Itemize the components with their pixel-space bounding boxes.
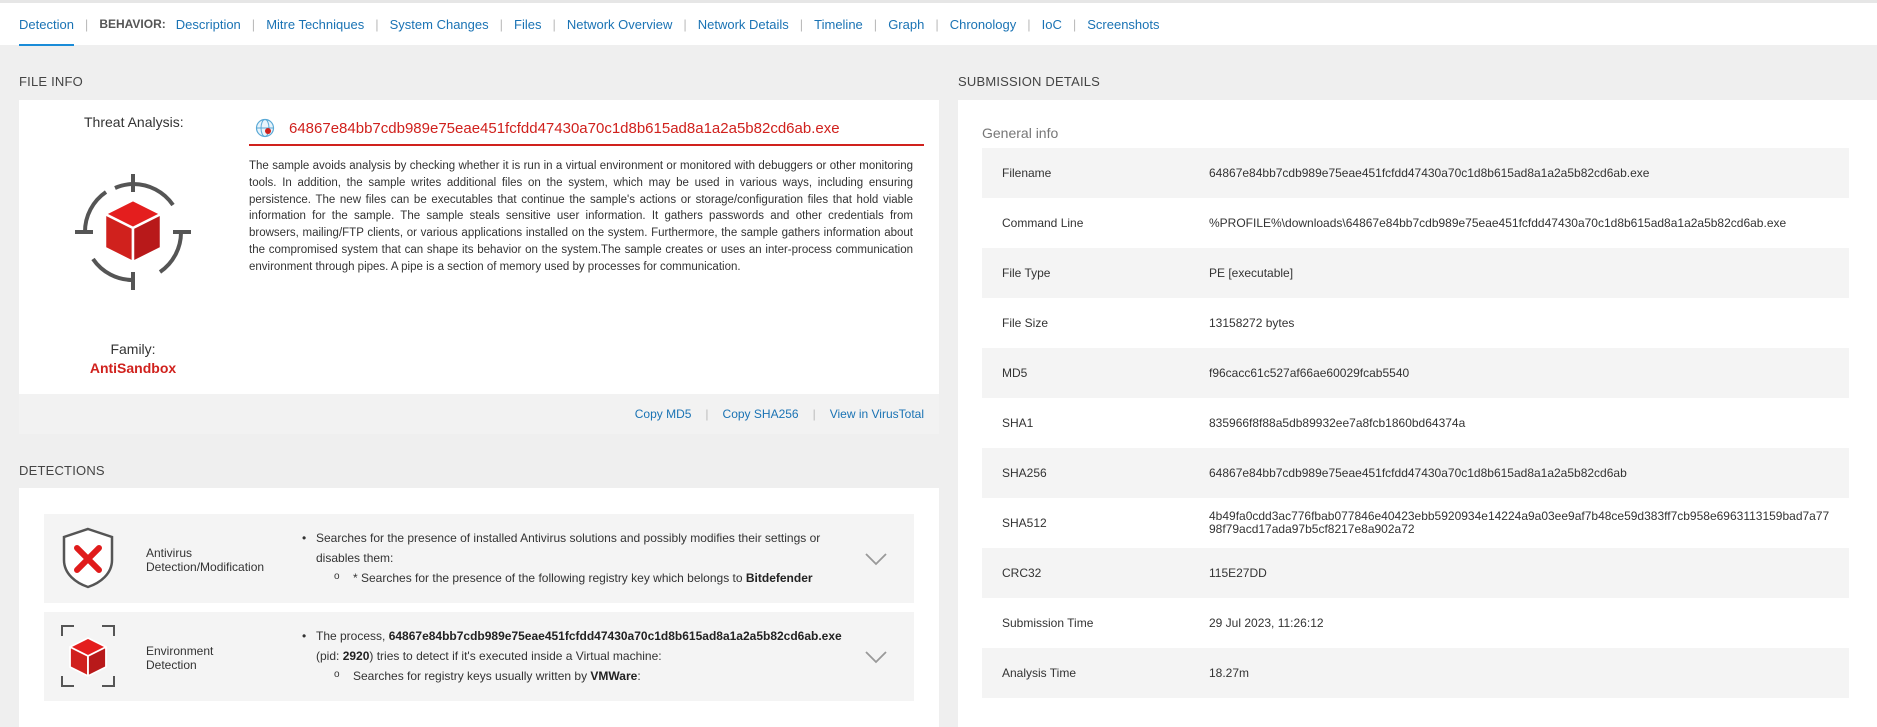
detection-bullet: The process, 64867e84bb7cdb989e75eae451f… bbox=[302, 626, 842, 686]
row-key: SHA256 bbox=[1002, 466, 1047, 480]
action-separator: | bbox=[812, 407, 816, 421]
family-label: Family: bbox=[110, 341, 156, 357]
view-virustotal-link[interactable]: View in VirusTotal bbox=[830, 407, 924, 421]
table-row: SHA1 835966f8f88a5db89932ee7a8fcb1860bd64… bbox=[982, 398, 1849, 448]
detections-card: Antivirus Detection/Modification Searche… bbox=[19, 488, 939, 727]
tab-description[interactable]: Description bbox=[176, 17, 241, 32]
action-separator: | bbox=[705, 407, 709, 421]
file-info-title: FILE INFO bbox=[19, 74, 83, 89]
nav-separator: | bbox=[873, 16, 878, 32]
table-row: MD5 f96cacc61c527af66ae60029fcab5540 bbox=[982, 348, 1849, 398]
row-key: Submission Time bbox=[1002, 616, 1094, 630]
file-title: 64867e84bb7cdb989e75eae451fcfdd47430a70c… bbox=[249, 112, 924, 146]
tab-system-changes[interactable]: System Changes bbox=[390, 17, 489, 32]
row-key: File Size bbox=[1002, 316, 1049, 330]
copy-sha256-link[interactable]: Copy SHA256 bbox=[723, 407, 799, 421]
row-value: 64867e84bb7cdb989e75eae451fcfdd47430a70c… bbox=[1209, 465, 1627, 480]
row-key: File Type bbox=[1002, 266, 1051, 280]
nav-separator: | bbox=[935, 16, 939, 32]
row-value: 18.27m bbox=[1209, 665, 1250, 680]
file-info-actions: Copy MD5 | Copy SHA256 | View in VirusTo… bbox=[19, 394, 939, 434]
family-value: AntiSandbox bbox=[89, 360, 177, 376]
tab-network-overview[interactable]: Network Overview bbox=[567, 17, 672, 32]
chevron-down-icon[interactable] bbox=[864, 650, 888, 664]
row-value: PE [executable] bbox=[1209, 265, 1294, 280]
tab-chronology[interactable]: Chronology bbox=[950, 17, 1017, 32]
row-key: SHA512 bbox=[1002, 516, 1047, 530]
row-key: CRC32 bbox=[1002, 566, 1042, 580]
table-row: SHA512 4b49fa0cdd3ac776fbab077846e40423eb… bbox=[982, 498, 1849, 548]
table-row: File Type PE [executable] bbox=[982, 248, 1849, 298]
tab-graph[interactable]: Graph bbox=[888, 17, 924, 32]
table-row: CRC32 115E27DD bbox=[982, 548, 1849, 598]
row-value: 13158272 bytes bbox=[1209, 315, 1295, 330]
submission-details-title: SUBMISSION DETAILS bbox=[958, 74, 1101, 89]
nav-separator: | bbox=[1027, 16, 1031, 32]
table-row: Filename 64867e84bb7cdb989e75eae451fcfdd4… bbox=[982, 148, 1849, 198]
detection-details: The process, 64867e84bb7cdb989e75eae451f… bbox=[302, 626, 842, 686]
threat-description: The sample avoids analysis by checking w… bbox=[249, 160, 913, 273]
detection-row-antivirus[interactable]: Antivirus Detection/Modification Searche… bbox=[44, 514, 914, 603]
row-value: f96cacc61c527af66ae60029fcab5540 bbox=[1209, 365, 1410, 380]
table-row: Submission Time 29 Jul 2023, 11:26:12 bbox=[982, 598, 1849, 648]
detection-sub-bullet: Searches for registry keys usually writt… bbox=[316, 665, 842, 686]
nav-separator: | bbox=[1072, 16, 1077, 32]
tab-detection[interactable]: Detection bbox=[19, 17, 74, 46]
row-value: 115E27DD bbox=[1209, 565, 1267, 580]
file-info-card: Threat Analysis: Family: AntiSandbox 648… bbox=[19, 100, 939, 434]
row-value: 29 Jul 2023, 11:26:12 bbox=[1209, 615, 1324, 630]
detection-row-environment[interactable]: Environment Detection The process, 64867… bbox=[44, 612, 914, 701]
row-key: MD5 bbox=[1002, 366, 1028, 380]
nav-separator: | bbox=[84, 16, 89, 32]
threat-analysis-label: Threat Analysis: bbox=[84, 114, 184, 130]
tab-screenshots[interactable]: Screenshots bbox=[1087, 17, 1159, 32]
nav-separator: | bbox=[799, 16, 804, 32]
cube-target-icon bbox=[61, 625, 115, 687]
table-row: SHA256 64867e84bb7cdb989e75eae451fcfdd474… bbox=[982, 448, 1849, 498]
globe-file-icon bbox=[255, 118, 275, 138]
file-name: 64867e84bb7cdb989e75eae451fcfdd47430a70c… bbox=[289, 119, 840, 137]
nav-separator: | bbox=[499, 16, 504, 32]
nav-separator: | bbox=[375, 16, 379, 32]
submission-card: General info Filename 64867e84bb7cdb989e7… bbox=[958, 100, 1877, 727]
row-value: %PROFILE%\downloads\64867e84bb7cdb989e75… bbox=[1209, 215, 1787, 230]
detection-bullet: Searches for the presence of installed A… bbox=[302, 528, 842, 588]
detection-name: Environment Detection bbox=[146, 644, 214, 672]
row-key: Filename bbox=[1002, 166, 1052, 180]
tab-files[interactable]: Files bbox=[514, 17, 541, 32]
nav-separator: | bbox=[251, 16, 256, 32]
detection-details: Searches for the presence of installed A… bbox=[302, 528, 842, 588]
nav-separator: | bbox=[683, 16, 687, 32]
submission-table: Filename 64867e84bb7cdb989e75eae451fcfdd4… bbox=[982, 148, 1849, 698]
tab-timeline[interactable]: Timeline bbox=[814, 17, 863, 32]
row-value: 64867e84bb7cdb989e75eae451fcfdd47430a70c… bbox=[1209, 165, 1650, 180]
tab-mitre-techniques[interactable]: Mitre Techniques bbox=[266, 17, 364, 32]
table-row: Command Line %PROFILE%\downloads\64867e84… bbox=[982, 198, 1849, 248]
chevron-down-icon[interactable] bbox=[864, 552, 888, 566]
general-info-heading: General info bbox=[982, 125, 1059, 141]
table-row: File Size 13158272 bytes bbox=[982, 298, 1849, 348]
detection-name: Antivirus Detection/Modification bbox=[146, 546, 265, 574]
row-value: 4b49fa0cdd3ac776fbab077846e40423ebb59209… bbox=[1209, 509, 1830, 536]
detections-title: DETECTIONS bbox=[19, 463, 105, 478]
threat-target-cube-icon bbox=[75, 174, 191, 290]
table-row: Analysis Time 18.27m bbox=[982, 648, 1849, 698]
row-key: Analysis Time bbox=[1002, 666, 1077, 680]
detection-sub-bullet: * Searches for the presence of the follo… bbox=[316, 567, 842, 588]
row-key: SHA1 bbox=[1002, 416, 1034, 430]
row-key: Command Line bbox=[1002, 216, 1084, 230]
tab-network-details[interactable]: Network Details bbox=[698, 17, 789, 32]
nav-separator: | bbox=[552, 16, 556, 32]
shield-x-icon bbox=[62, 527, 114, 589]
tab-ioc[interactable]: IoC bbox=[1042, 17, 1062, 32]
row-value: 835966f8f88a5db89932ee7a8fcb1860bd64374a bbox=[1209, 415, 1466, 430]
copy-md5-link[interactable]: Copy MD5 bbox=[635, 407, 692, 421]
behavior-label: BEHAVIOR: bbox=[99, 17, 166, 31]
behavior-nav: Detection | BEHAVIOR: Description | Mitr… bbox=[0, 0, 1877, 46]
